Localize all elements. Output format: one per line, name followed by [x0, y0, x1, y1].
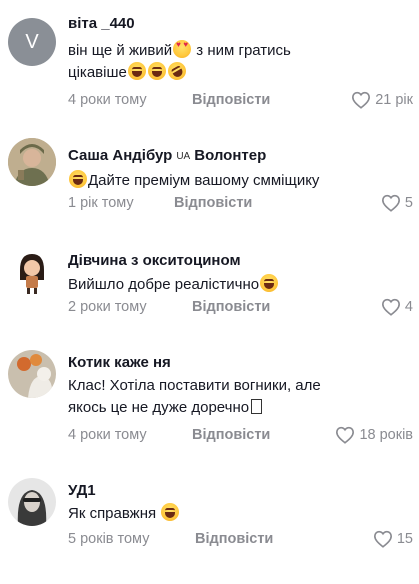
avatar[interactable] [8, 350, 56, 398]
avatar-photo-icon [8, 478, 56, 526]
heart-outline-icon [381, 194, 400, 212]
comment-timestamp: 5 років тому [68, 531, 150, 547]
like-count: 21 рік [375, 92, 413, 108]
like-button[interactable]: 4 [381, 298, 413, 316]
comment-meta: 4 роки тому Відповісти 21 рік [68, 91, 419, 112]
reply-button[interactable]: Відповісти [192, 92, 270, 108]
avatar[interactable] [8, 248, 56, 296]
comment-meta: 2 роки тому Відповісти 4 [68, 298, 419, 319]
reply-button[interactable]: Відповісти [195, 531, 273, 547]
reply-button[interactable]: Відповісти [174, 195, 252, 211]
comment-text: Клас! Хотіла поставити вогники, але якос… [68, 377, 321, 416]
comment-meta: 5 років тому Відповісти 15 [68, 530, 419, 551]
heart-outline-icon [373, 530, 392, 548]
heart-outline-icon [352, 91, 371, 109]
comment-timestamp: 4 роки тому [68, 92, 147, 108]
avatar-cartoon-girl-icon [8, 248, 56, 296]
heart-outline-icon [336, 426, 355, 444]
comment-meta: 1 рік тому Відповісти 5 [68, 194, 419, 215]
reply-button[interactable]: Відповісти [192, 299, 270, 315]
avatar[interactable]: V [8, 18, 56, 66]
comment-username[interactable]: Саша Андібур UA Волонтер [68, 147, 266, 164]
tears-of-joy-emoji-icon [260, 274, 279, 292]
missing-emoji-glyph-icon [251, 399, 263, 414]
comment-timestamp: 1 рік тому [68, 195, 134, 211]
comment-username[interactable]: Котик каже ня [68, 354, 171, 371]
grinning-emoji-icon [127, 62, 146, 80]
heart-eyes-emoji-icon [173, 40, 192, 58]
avatar-photo-icon [8, 138, 56, 186]
avatar-letter: V [25, 30, 39, 53]
like-count: 5 [404, 195, 413, 211]
rolling-laughing-emoji-icon [164, 58, 190, 84]
like-button[interactable]: 18 років [335, 426, 413, 444]
grinning-sweat-emoji-icon [69, 170, 87, 188]
heart-outline-icon [381, 298, 400, 316]
tears-of-joy-emoji-icon [147, 62, 166, 80]
grinning-emoji-icon [161, 503, 180, 521]
like-count: 15 [396, 531, 413, 547]
like-count: 18 років [359, 427, 413, 443]
reply-button[interactable]: Відповісти [192, 427, 270, 443]
avatar-photo-icon [8, 350, 56, 398]
avatar[interactable] [8, 478, 56, 526]
comment-text: він ще й живий з ним гратись цікавіше [68, 40, 413, 84]
comment-timestamp: 2 роки тому [68, 299, 147, 315]
comment-text: Дайте преміум вашому смміщику [68, 170, 413, 192]
comment-username[interactable]: віта _440 [68, 15, 135, 32]
avatar[interactable] [8, 138, 56, 186]
comment-timestamp: 4 роки тому [68, 427, 147, 443]
like-count: 4 [404, 299, 413, 315]
comment-username[interactable]: УД1 [68, 482, 96, 499]
country-badge: UA [176, 151, 191, 162]
comment-meta: 4 роки тому Відповісти 18 років [68, 426, 419, 447]
like-button[interactable]: 5 [381, 194, 413, 212]
like-button[interactable]: 15 [373, 530, 413, 548]
comment-text: Вийшло добре реалістично [68, 274, 413, 296]
comment-text: Як справжня [68, 503, 413, 525]
like-button[interactable]: 21 рік [351, 91, 413, 109]
comment-username[interactable]: Дівчина з окситоцином [68, 252, 241, 269]
